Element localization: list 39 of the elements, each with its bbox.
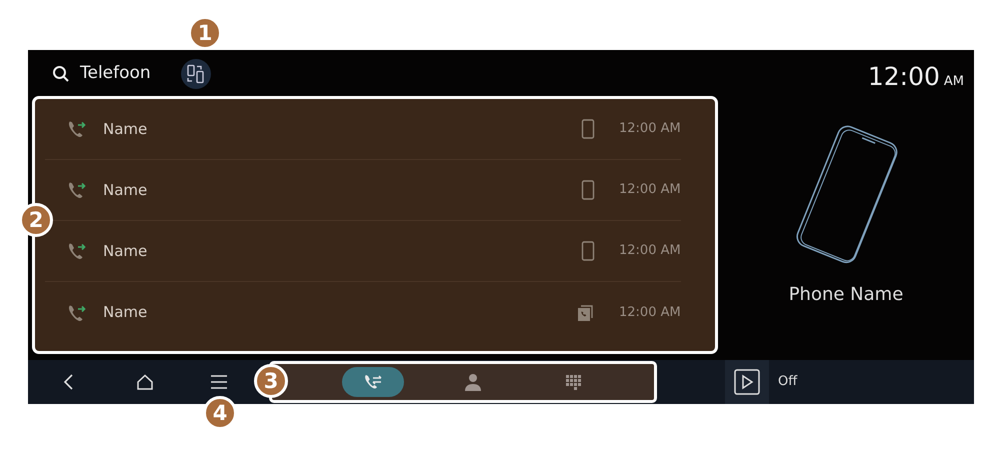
call-time: 12:00 AM [619, 181, 681, 200]
contact-name: Name [103, 180, 148, 201]
back-icon [62, 373, 74, 391]
callout-number: 4 [203, 396, 237, 430]
search-icon[interactable] [52, 65, 70, 83]
contact-name: Name [103, 118, 148, 140]
media-status: Off [778, 373, 798, 392]
play-icon [734, 369, 760, 395]
outgoing-call-icon [67, 241, 87, 261]
call-row[interactable]: Name 12:00 AM [45, 282, 681, 343]
callout-number: 1 [188, 16, 222, 50]
call-time: 12:00 AM [619, 120, 681, 138]
title: Telefoon [80, 62, 151, 86]
mobile-phone-icon [581, 119, 595, 139]
outgoing-call-icon [67, 302, 87, 322]
mobile-phone-icon [581, 180, 595, 200]
switch-phone-button[interactable] [180, 59, 211, 89]
person-icon [464, 373, 482, 391]
menu-icon [210, 374, 228, 390]
outgoing-call-icon [67, 180, 87, 200]
callout-number: 2 [19, 203, 53, 237]
mobile-phone-icon [581, 241, 595, 261]
call-swap-icon [363, 373, 383, 391]
play-button[interactable] [725, 360, 769, 404]
outgoing-call-icon [67, 119, 87, 139]
home-icon [136, 373, 154, 391]
call-time: 12:00 AM [619, 304, 681, 322]
clock-ampm: AM [944, 74, 964, 89]
call-row[interactable]: Name 12:00 AM [45, 221, 681, 282]
call-row[interactable]: Name 12:00 AM [45, 99, 681, 160]
clock-time: 12:00 [868, 62, 940, 91]
keypad-icon [566, 374, 580, 390]
recent-calls-tab[interactable] [342, 367, 404, 397]
phone-name: Phone Name [788, 283, 904, 307]
call-time: 12:00 AM [619, 242, 681, 260]
contact-name: Name [103, 302, 148, 324]
contact-name: Name [103, 240, 148, 262]
phones-swap-icon [186, 64, 206, 84]
car-phone-icon [577, 304, 595, 322]
